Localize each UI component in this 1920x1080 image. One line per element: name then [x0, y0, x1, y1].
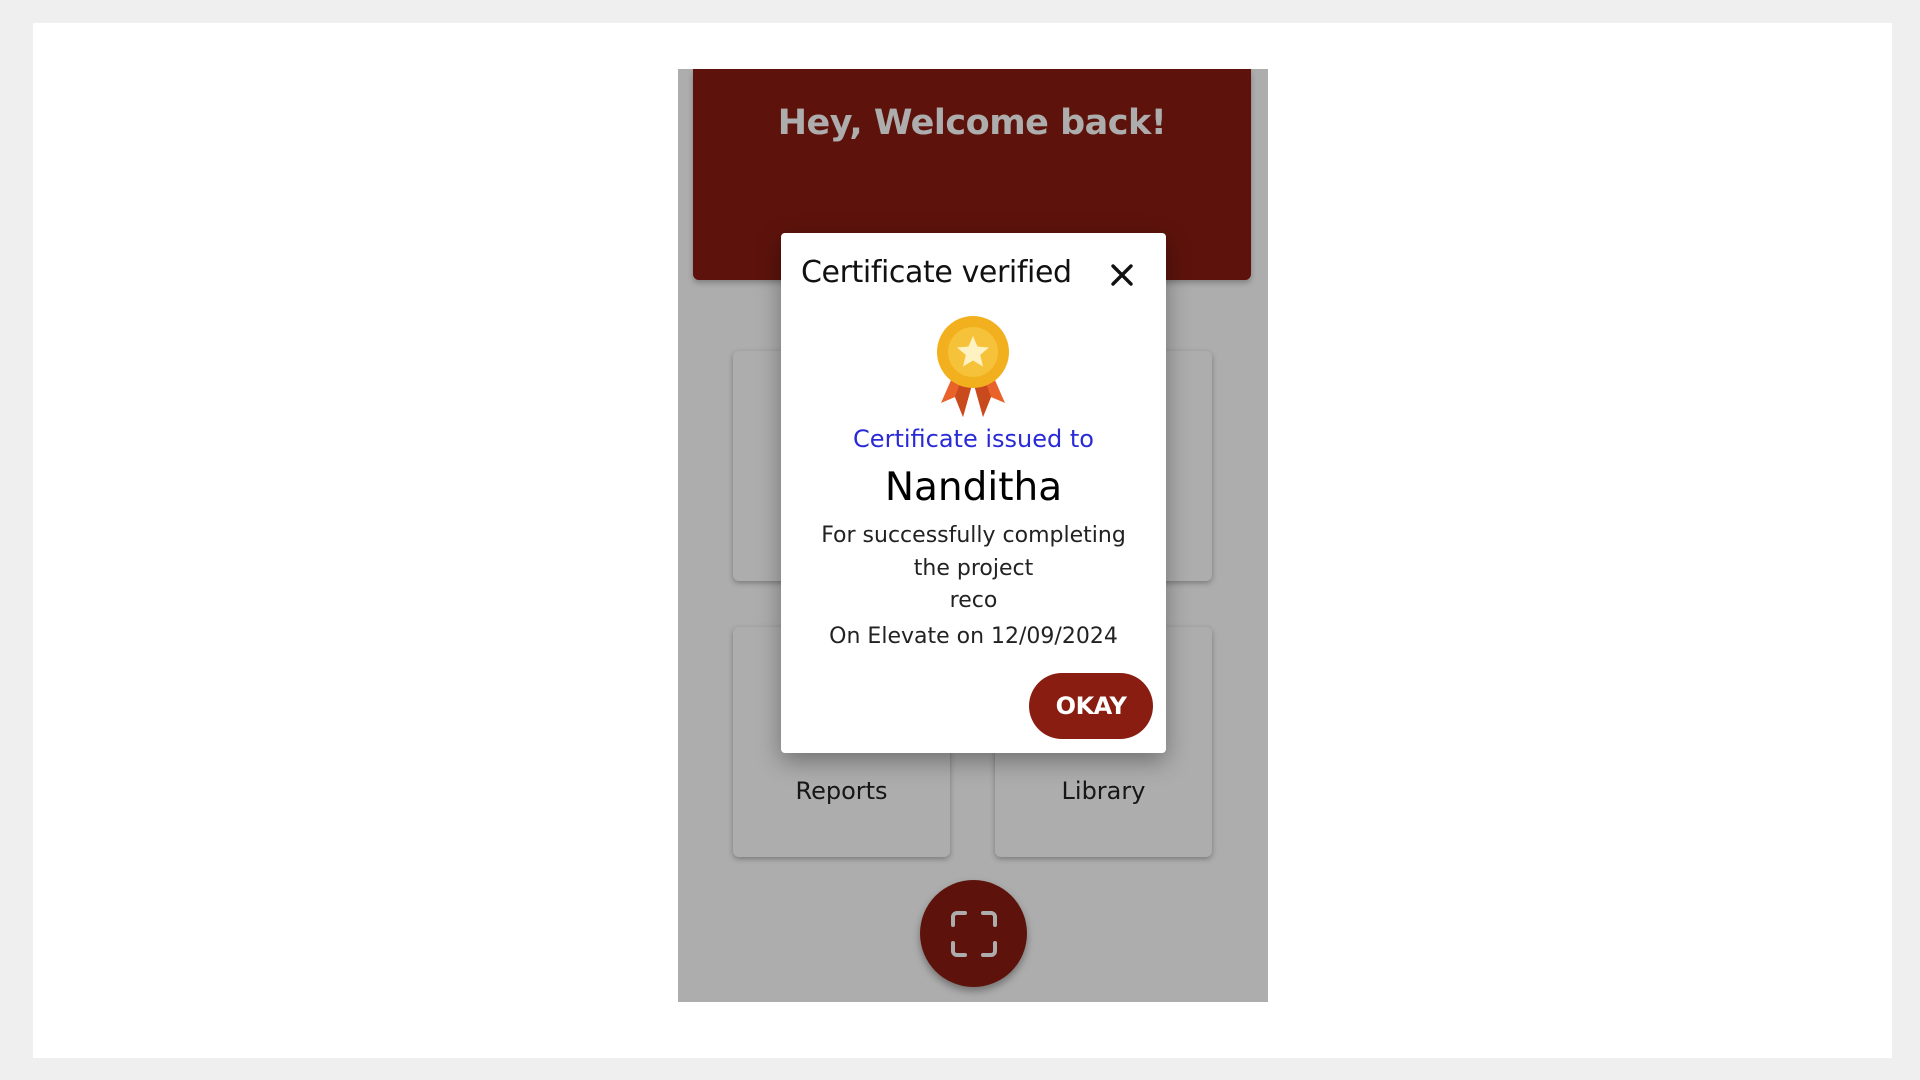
completion-description: For successfully completing the project — [821, 523, 1126, 581]
issued-on-date: On Elevate on 12/09/2024 — [829, 624, 1118, 649]
okay-button[interactable]: OKAY — [1029, 673, 1153, 739]
certificate-dialog: Certificate verified Certificate issued … — [781, 233, 1166, 753]
recipient-name: Nanditha — [884, 465, 1063, 510]
dialog-title: Certificate verified — [801, 255, 1072, 290]
medal-icon — [937, 316, 1009, 417]
project-name: reco — [949, 588, 998, 613]
close-icon — [1111, 264, 1133, 286]
phone-screen: Hey, Welcome back! Reports Library Certi… — [678, 69, 1268, 1002]
close-button[interactable] — [1106, 259, 1138, 291]
issued-to-label: Certificate issued to — [853, 425, 1094, 453]
